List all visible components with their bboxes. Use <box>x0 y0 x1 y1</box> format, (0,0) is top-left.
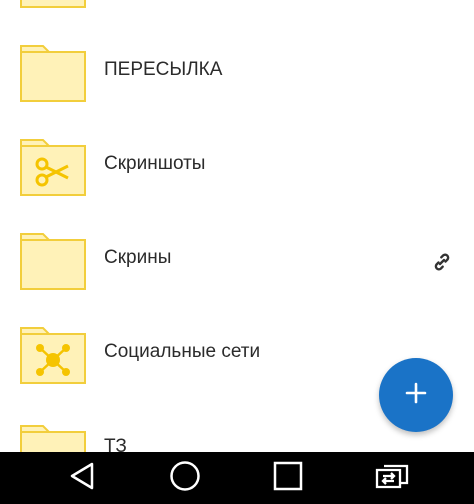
folder-label: Социальные сети <box>104 341 261 362</box>
screen-switch-icon <box>375 462 409 495</box>
folder-row[interactable] <box>0 0 474 8</box>
add-button[interactable] <box>379 358 453 432</box>
recents-icon <box>273 461 303 496</box>
link-icon <box>430 250 454 274</box>
recents-button[interactable] <box>258 452 318 504</box>
folder-label: Скриншоты <box>104 153 206 174</box>
folder-icon <box>20 42 86 102</box>
home-icon <box>169 460 201 497</box>
folder-label: ПЕРЕСЫЛКА <box>104 59 223 80</box>
scissors-folder-icon <box>20 136 86 196</box>
folder-row-forwarding[interactable]: ПЕРЕСЫЛКА <box>0 22 474 116</box>
plus-icon <box>405 382 427 409</box>
back-button[interactable] <box>52 452 112 504</box>
screen-switch-button[interactable] <box>362 452 422 504</box>
folder-icon <box>20 0 86 8</box>
folder-icon <box>20 422 86 452</box>
folder-row-screenshots[interactable]: Скриншоты <box>0 116 474 210</box>
folder-label: ТЗ <box>104 436 127 452</box>
home-button[interactable] <box>155 452 215 504</box>
back-icon <box>68 461 96 496</box>
folder-row-screens[interactable]: Скрины <box>0 210 474 304</box>
network-folder-icon <box>20 324 86 384</box>
folder-label: Скрины <box>104 247 172 268</box>
system-navigation-bar <box>0 452 474 504</box>
folder-icon <box>20 230 86 290</box>
